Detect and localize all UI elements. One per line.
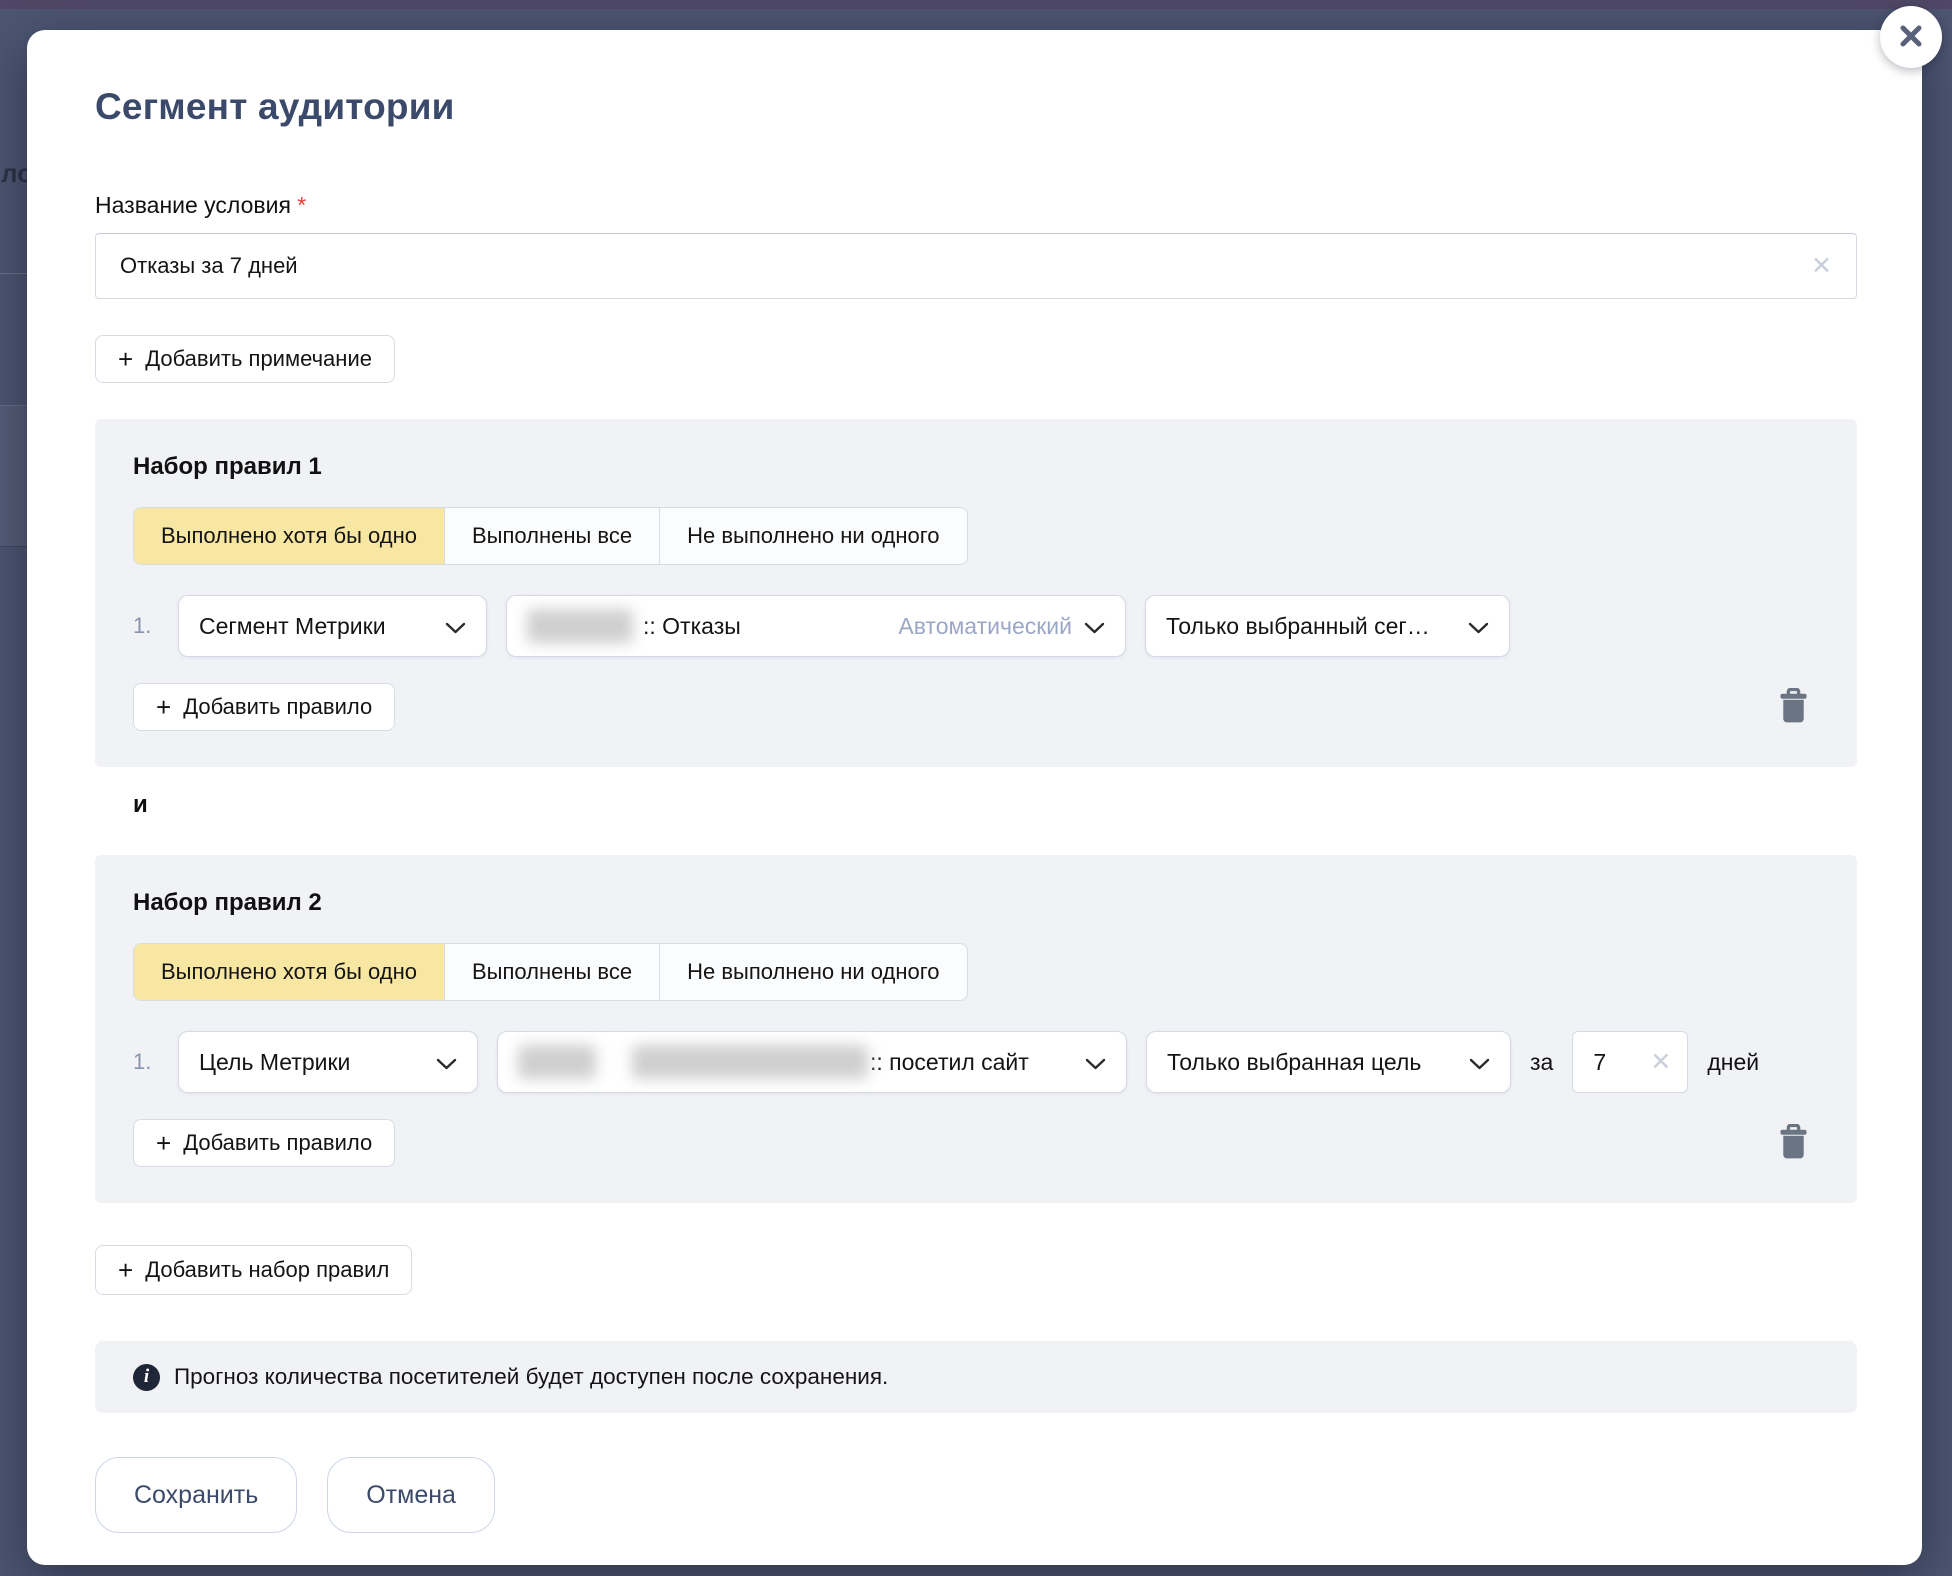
chevron-down-icon [436, 1049, 457, 1076]
add-rule-button[interactable]: + Добавить правило [133, 1119, 395, 1167]
chevron-down-icon [445, 613, 466, 640]
rule-sets-connector: и [133, 791, 1857, 819]
cancel-button[interactable]: Отмена [327, 1457, 495, 1533]
rule-set-2: Набор правил 2 Выполнено хотя бы одно Вы… [95, 855, 1857, 1203]
toggle-none-fulfilled[interactable]: Не выполнено ни одного [659, 508, 966, 564]
clear-input-icon[interactable]: ✕ [1811, 254, 1832, 279]
chevron-down-icon [1085, 1049, 1106, 1076]
plus-icon: + [156, 1130, 171, 1156]
plus-icon: + [156, 694, 171, 720]
rule-set-footer: + Добавить правило [133, 1119, 1819, 1167]
info-banner: i Прогноз количества посетителей будет д… [95, 1341, 1857, 1413]
plus-icon: + [118, 346, 133, 372]
dialog-title: Сегмент аудитории [95, 86, 1857, 128]
trash-icon [1778, 712, 1809, 727]
rule-set-1-match-toggle: Выполнено хотя бы одно Выполнены все Не … [133, 507, 968, 565]
rule-set-2-title: Набор правил 2 [133, 889, 1819, 917]
rule-type-select[interactable]: Цель Метрики [178, 1031, 478, 1093]
required-mark: * [297, 192, 306, 218]
plus-icon: + [118, 1257, 133, 1283]
rule-scope-select[interactable]: Только выбранная цель [1146, 1031, 1511, 1093]
rule-row: 1. Сегмент Метрики :: Отказы Автоматичес… [133, 595, 1819, 657]
redacted-goal-owner [518, 1045, 596, 1079]
toggle-none-fulfilled[interactable]: Не выполнено ни одного [659, 944, 966, 1000]
background-divider [0, 273, 27, 274]
chevron-down-icon [1468, 613, 1489, 640]
condition-name-input[interactable]: Отказы за 7 дней ✕ [95, 233, 1857, 299]
chevron-down-icon [1084, 613, 1105, 640]
clear-input-icon[interactable]: ✕ [1650, 1050, 1671, 1075]
rule-set-2-match-toggle: Выполнено хотя бы одно Выполнены все Не … [133, 943, 968, 1001]
browser-top-strip [0, 0, 1952, 9]
info-icon: i [133, 1364, 160, 1391]
add-note-button[interactable]: + Добавить примечание [95, 335, 395, 383]
delete-rule-set-button[interactable] [1774, 1120, 1813, 1167]
rule-set-footer: + Добавить правило [133, 683, 1819, 731]
dialog-actions: Сохранить Отмена [95, 1457, 1857, 1533]
redacted-goal-name [632, 1045, 868, 1079]
rule-value-select[interactable]: :: посетил сайт [497, 1031, 1127, 1093]
redacted-segment-name [527, 609, 633, 643]
background-divider [0, 546, 27, 547]
delete-rule-set-button[interactable] [1774, 684, 1813, 731]
add-rule-button[interactable]: + Добавить правило [133, 683, 395, 731]
toggle-any-fulfilled[interactable]: Выполнено хотя бы одно [134, 508, 444, 564]
add-rule-set-button[interactable]: + Добавить набор правил [95, 1245, 412, 1295]
period-prefix-label: за [1530, 1049, 1553, 1076]
toggle-all-fulfilled[interactable]: Выполнены все [444, 508, 659, 564]
period-days-input[interactable]: 7 ✕ [1572, 1031, 1688, 1093]
rule-value-select[interactable]: :: Отказы Автоматический [506, 595, 1126, 657]
save-button[interactable]: Сохранить [95, 1457, 297, 1533]
info-text: Прогноз количества посетителей будет дос… [174, 1364, 888, 1390]
rule-scope-select[interactable]: Только выбранный сег… [1145, 595, 1510, 657]
condition-name-label: Название условия * [95, 192, 1857, 219]
rule-index: 1. [133, 613, 159, 639]
audience-segment-dialog: Сегмент аудитории Название условия * Отк… [27, 30, 1922, 1565]
rule-row: 1. Цель Метрики :: посетил сайт Только в… [133, 1031, 1819, 1093]
rule-set-1: Набор правил 1 Выполнено хотя бы одно Вы… [95, 419, 1857, 767]
background-section [0, 406, 27, 546]
chevron-down-icon [1469, 1049, 1490, 1076]
toggle-any-fulfilled[interactable]: Выполнено хотя бы одно [134, 944, 444, 1000]
rule-index: 1. [133, 1049, 159, 1075]
toggle-all-fulfilled[interactable]: Выполнены все [444, 944, 659, 1000]
condition-name-value: Отказы за 7 дней [120, 253, 1811, 279]
close-button[interactable] [1880, 6, 1942, 68]
close-icon [1897, 22, 1925, 53]
trash-icon [1778, 1148, 1809, 1163]
rule-set-1-title: Набор правил 1 [133, 453, 1819, 481]
period-suffix-label: дней [1707, 1049, 1759, 1076]
value-mode-label: Автоматический [898, 613, 1072, 640]
rule-type-select[interactable]: Сегмент Метрики [178, 595, 487, 657]
